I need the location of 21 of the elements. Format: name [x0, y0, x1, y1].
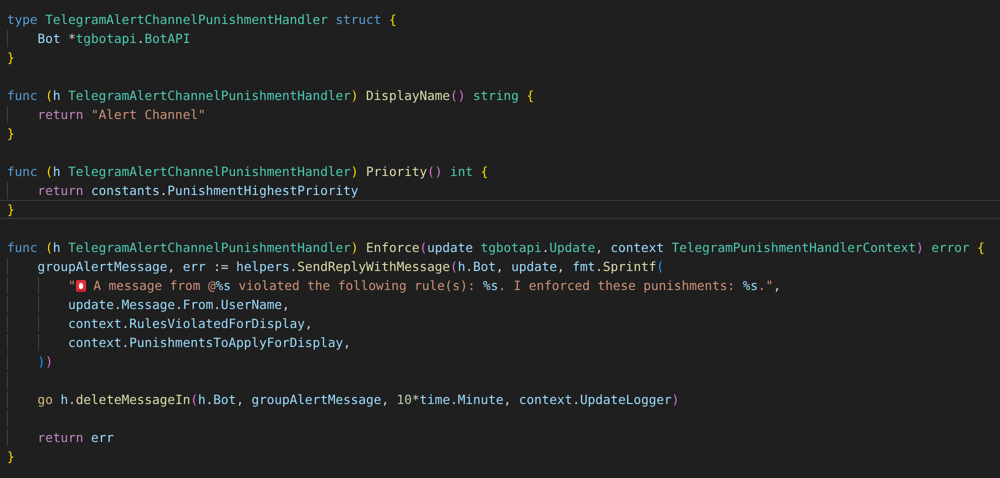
code-line: func (h TelegramAlertChannelPunishmentHandler) Priority() int {	[7, 163, 488, 181]
code-line: }	[7, 125, 15, 143]
code-line: Bot *tgbotapi.BotAPI	[36, 30, 190, 48]
code-text: A message from @%s violated the following rule(s): %s. I enforced these punishments: %s.",	[92, 277, 781, 295]
code-line: return err	[36, 429, 114, 447]
code-line: update.Message.From.UserName,	[67, 296, 290, 314]
code-line: }	[7, 201, 15, 219]
code-line: context.PunishmentsToApplyForDisplay,	[67, 334, 351, 352]
code-line: return "Alert Channel"	[36, 106, 206, 124]
code-line: groupAlertMessage, err := helpers.SendReplyWithMessage(h.Bot, update, fmt.Sprintf(	[36, 258, 664, 276]
code-line: }	[7, 49, 15, 67]
code-line: }	[7, 448, 15, 466]
code-line: context.RulesViolatedForDisplay,	[67, 315, 313, 333]
code-line: return constants.PunishmentHighestPriority	[36, 182, 358, 200]
code-line: go h.deleteMessageIn(h.Bot, groupAlertMessage, 10*time.Minute, context.UpdateLogger)	[36, 391, 680, 409]
code-line: type TelegramAlertChannelPunishmentHandler struct {	[7, 11, 397, 29]
code-line: ))	[36, 353, 53, 371]
code-line: func (h TelegramAlertChannelPunishmentHandler) Enforce(update tgbotapi.Update, context TelegramPunishmentHandlerContext) error {	[7, 239, 985, 257]
siren-icon	[76, 280, 86, 292]
code-line: func (h TelegramAlertChannelPunishmentHandler) DisplayName() string {	[7, 87, 534, 105]
code-text: "	[67, 277, 76, 295]
